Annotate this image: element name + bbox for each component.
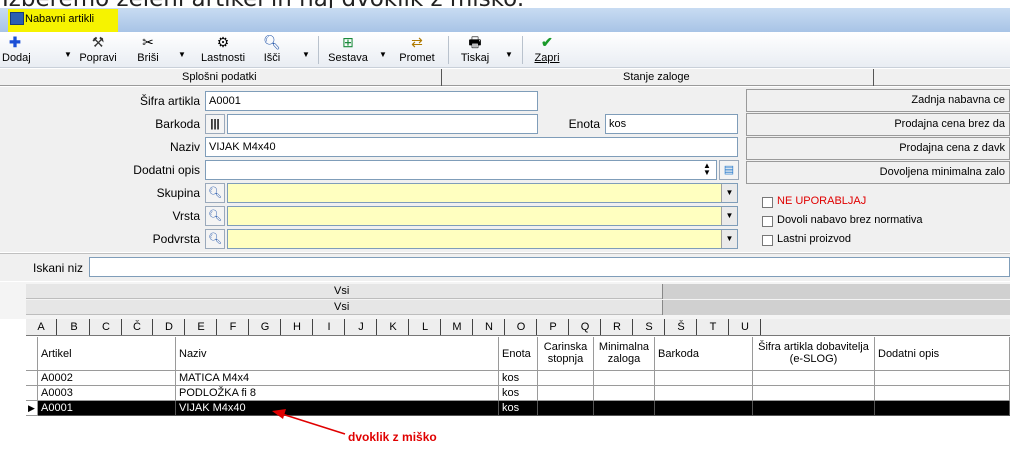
- annotation-text: dvoklik z miško: [348, 430, 437, 444]
- annotation-arrow: [272, 409, 346, 435]
